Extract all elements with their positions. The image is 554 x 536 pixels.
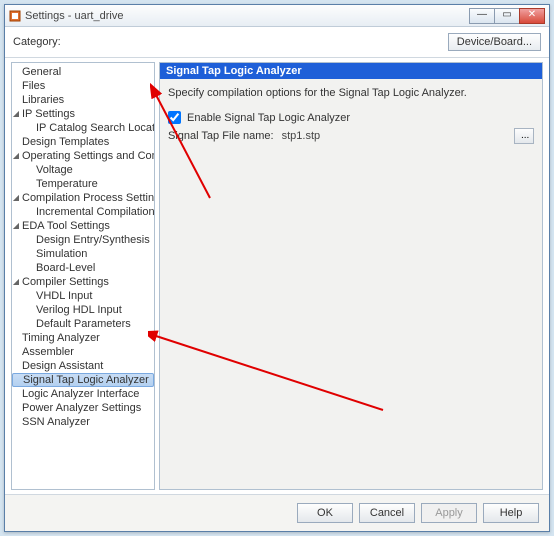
filename-input[interactable] [278,128,510,144]
tree-item[interactable]: ◢Compilation Process Settings [12,191,154,205]
apply-button[interactable]: Apply [421,503,477,523]
tree-item[interactable]: Board-Level [12,261,154,275]
tree-item-label: Temperature [36,178,98,190]
expand-icon[interactable]: ◢ [12,277,20,286]
tree-item-label: Incremental Compilation [36,206,155,218]
minimize-button[interactable] [469,8,495,24]
tree-item[interactable]: ◢Operating Settings and Conditions [12,149,154,163]
tree-item[interactable]: ◢EDA Tool Settings [12,219,154,233]
tree-item-label: Operating Settings and Conditions [22,150,155,162]
tree-item[interactable]: Signal Tap Logic Analyzer [12,373,154,387]
browse-button[interactable]: ... [514,128,534,144]
tree-item[interactable]: Power Analyzer Settings [12,401,154,415]
ok-button[interactable]: OK [297,503,353,523]
tree-item-label: Compilation Process Settings [22,192,155,204]
enable-label: Enable Signal Tap Logic Analyzer [187,112,350,124]
tree-item[interactable]: Simulation [12,247,154,261]
expand-icon[interactable]: ◢ [12,193,20,202]
expand-icon[interactable]: ◢ [12,221,20,230]
panel-title: Signal Tap Logic Analyzer [160,63,542,79]
main-panel: Signal Tap Logic Analyzer Specify compil… [159,62,543,490]
window-controls [470,8,545,24]
tree-item-label: Files [22,80,45,92]
tree-item[interactable]: VHDL Input [12,289,154,303]
tree-item[interactable]: Design Entry/Synthesis [12,233,154,247]
tree-item[interactable]: Voltage [12,163,154,177]
tree-item-label: Libraries [22,94,64,106]
tree-item-label: Default Parameters [36,318,131,330]
close-button[interactable] [519,8,545,24]
tree-item-label: General [22,66,61,78]
app-icon [9,10,21,22]
tree-item-label: Logic Analyzer Interface [22,388,139,400]
tree-item[interactable]: Files [12,79,154,93]
tree-item[interactable]: SSN Analyzer [12,415,154,429]
tree-item-label: VHDL Input [36,290,92,302]
tree-item[interactable]: Libraries [12,93,154,107]
settings-window: Settings - uart_drive Category: Device/B… [4,4,550,532]
tree-item[interactable]: Logic Analyzer Interface [12,387,154,401]
window-title: Settings - uart_drive [25,10,470,22]
tree-item-label: Compiler Settings [22,276,109,288]
category-tree[interactable]: GeneralFilesLibraries◢IP SettingsIP Cata… [11,62,155,490]
titlebar: Settings - uart_drive [5,5,549,27]
tree-item-label: IP Settings [22,108,75,120]
tree-item[interactable]: Timing Analyzer [12,331,154,345]
tree-item-label: Signal Tap Logic Analyzer [23,374,149,386]
tree-item-label: Verilog HDL Input [36,304,122,316]
tree-item[interactable]: IP Catalog Search Locations [12,121,154,135]
tree-item-label: Design Templates [22,136,109,148]
tree-item[interactable]: Design Assistant [12,359,154,373]
tree-item[interactable]: ◢Compiler Settings [12,275,154,289]
device-board-button[interactable]: Device/Board... [448,33,541,51]
tree-item-label: Design Assistant [22,360,103,372]
tree-item-label: Timing Analyzer [22,332,100,344]
maximize-button[interactable] [494,8,520,24]
tree-item[interactable]: Temperature [12,177,154,191]
tree-item-label: Design Entry/Synthesis [36,234,150,246]
tree-item-label: Board-Level [36,262,95,274]
filename-label: Signal Tap File name: [168,130,274,142]
tree-item-label: EDA Tool Settings [22,220,110,232]
tree-item[interactable]: Verilog HDL Input [12,303,154,317]
expand-icon[interactable]: ◢ [12,151,20,160]
cancel-button[interactable]: Cancel [359,503,415,523]
tree-item-label: IP Catalog Search Locations [36,122,155,134]
top-row: Category: Device/Board... [5,27,549,58]
tree-item[interactable]: Design Templates [12,135,154,149]
tree-item[interactable]: General [12,65,154,79]
tree-item-label: Simulation [36,248,87,260]
enable-checkbox[interactable] [168,111,181,124]
enable-row: Enable Signal Tap Logic Analyzer [168,111,534,124]
tree-item[interactable]: Default Parameters [12,317,154,331]
tree-item[interactable]: ◢IP Settings [12,107,154,121]
tree-item-label: Voltage [36,164,73,176]
tree-item-label: Assembler [22,346,74,358]
panel-description: Specify compilation options for the Sign… [168,87,534,99]
category-label: Category: [13,36,448,48]
footer: OK Cancel Apply Help [5,494,549,531]
tree-item-label: Power Analyzer Settings [22,402,141,414]
expand-icon[interactable]: ◢ [12,109,20,118]
body: GeneralFilesLibraries◢IP SettingsIP Cata… [5,58,549,494]
filename-row: Signal Tap File name: ... [168,128,534,144]
tree-item[interactable]: Assembler [12,345,154,359]
help-button[interactable]: Help [483,503,539,523]
tree-item-label: SSN Analyzer [22,416,90,428]
panel-body: Specify compilation options for the Sign… [160,79,542,489]
tree-item[interactable]: Incremental Compilation [12,205,154,219]
